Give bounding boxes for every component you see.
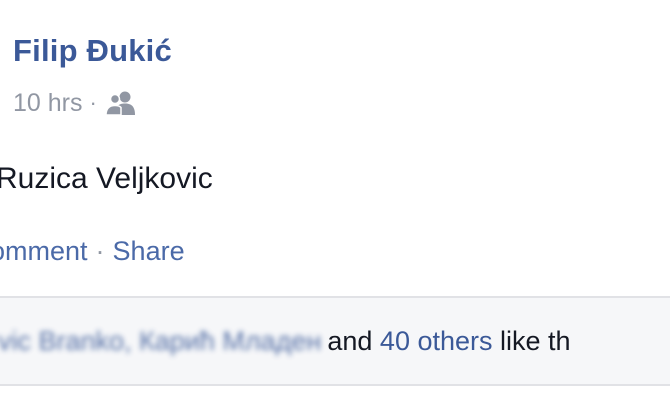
post-actions: omment· Share (0, 236, 185, 267)
post-text: Ruzica Veljkovic (0, 162, 213, 195)
feed-post: Filip Đukić 10 hrs · Ruzica Veljkovic om… (0, 0, 670, 400)
post-meta: 10 hrs · (13, 86, 137, 120)
actions-separator: · (95, 236, 105, 266)
share-link[interactable]: Share (113, 236, 185, 266)
likes-and: and (327, 326, 380, 356)
likes-summary: vic Branko, Карић Младен and 40 others li… (0, 326, 571, 357)
meta-separator: · (89, 90, 97, 115)
likes-others-link[interactable]: 40 others (380, 326, 493, 356)
liker-names[interactable]: vic Branko, Карић Младен (0, 326, 321, 356)
comment-link[interactable]: omment (0, 236, 88, 266)
likes-suffix-group: and 40 others like th (327, 326, 570, 356)
likes-box: vic Branko, Карић Младен and 40 others li… (0, 296, 670, 386)
likes-tail: like th (492, 326, 571, 356)
friends-icon[interactable] (105, 90, 137, 116)
author-name[interactable]: Filip Đukić (13, 33, 172, 69)
timestamp[interactable]: 10 hrs (13, 89, 82, 118)
